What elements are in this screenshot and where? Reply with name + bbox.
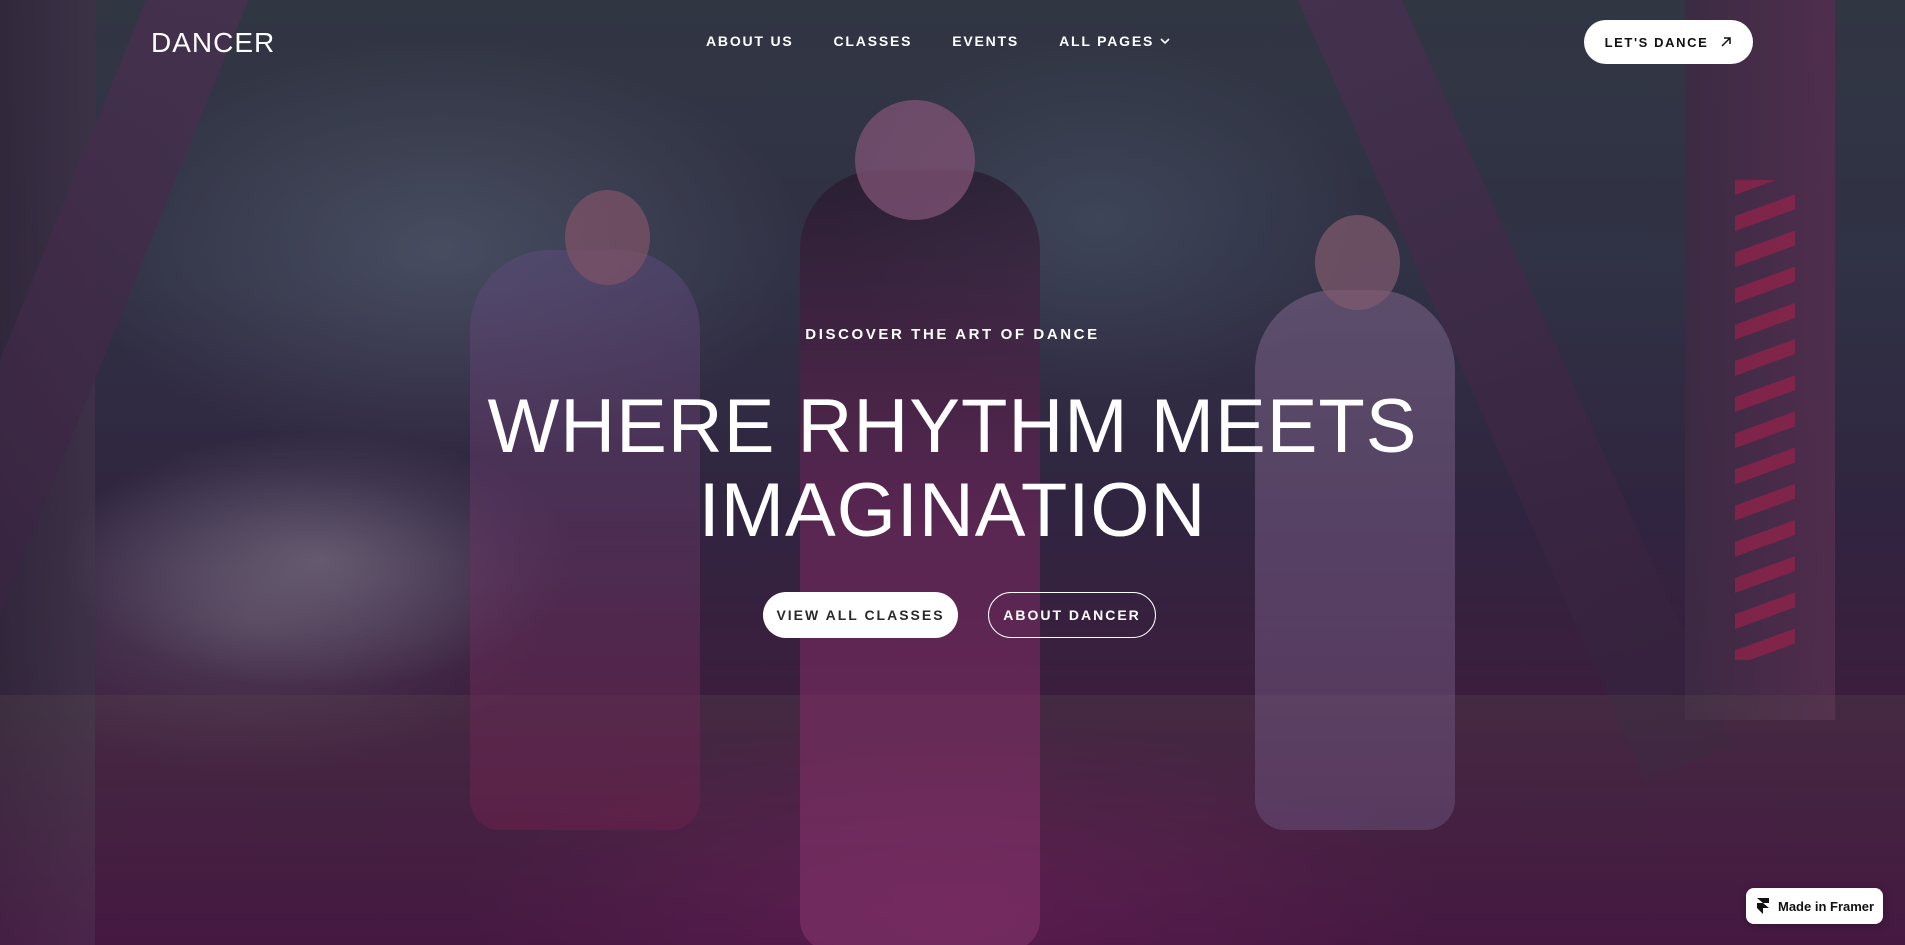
nav-link-classes[interactable]: CLASSES [834,33,913,49]
nav-link-label: EVENTS [952,33,1020,49]
framer-logo-icon [1757,898,1769,914]
top-navigation: DANCER ABOUT US CLASSES EVENTS ALL PAGES… [0,0,1905,84]
hero-headline-line1: WHERE RHYTHM MEETS [487,384,1418,469]
nav-link-events[interactable]: EVENTS [952,33,1019,49]
lets-dance-label: LET'S DANCE [1604,34,1709,50]
hero-headline: WHERE RHYTHM MEETS IMAGINATION [0,385,1905,553]
main-menu: ABOUT US CLASSES EVENTS ALL PAGES [706,33,1170,49]
chevron-down-icon [1160,38,1170,45]
nav-link-label: ALL PAGES [1059,33,1155,49]
view-all-classes-button[interactable]: VIEW ALL CLASSES [763,592,958,638]
made-in-framer-label: Made in Framer [1778,898,1875,914]
nav-link-all-pages[interactable]: ALL PAGES [1059,33,1170,49]
lets-dance-button[interactable]: LET'S DANCE [1584,20,1753,64]
hero-actions: VIEW ALL CLASSES ABOUT DANCER [0,592,1905,638]
arrow-up-right-icon [1721,37,1732,47]
site-logo[interactable]: DANCER [151,27,275,59]
nav-link-label: CLASSES [833,33,913,49]
about-dancer-button[interactable]: ABOUT DANCER [988,592,1156,638]
nav-link-about-us[interactable]: ABOUT US [706,33,794,49]
hero-headline-line2: IMAGINATION [698,468,1207,553]
hero-eyebrow: DISCOVER THE ART OF DANCE [805,326,1100,343]
hero-section: DANCER ABOUT US CLASSES EVENTS ALL PAGES… [0,0,1905,945]
nav-link-label: ABOUT US [706,33,794,49]
made-in-framer-badge[interactable]: Made in Framer [1746,888,1883,924]
